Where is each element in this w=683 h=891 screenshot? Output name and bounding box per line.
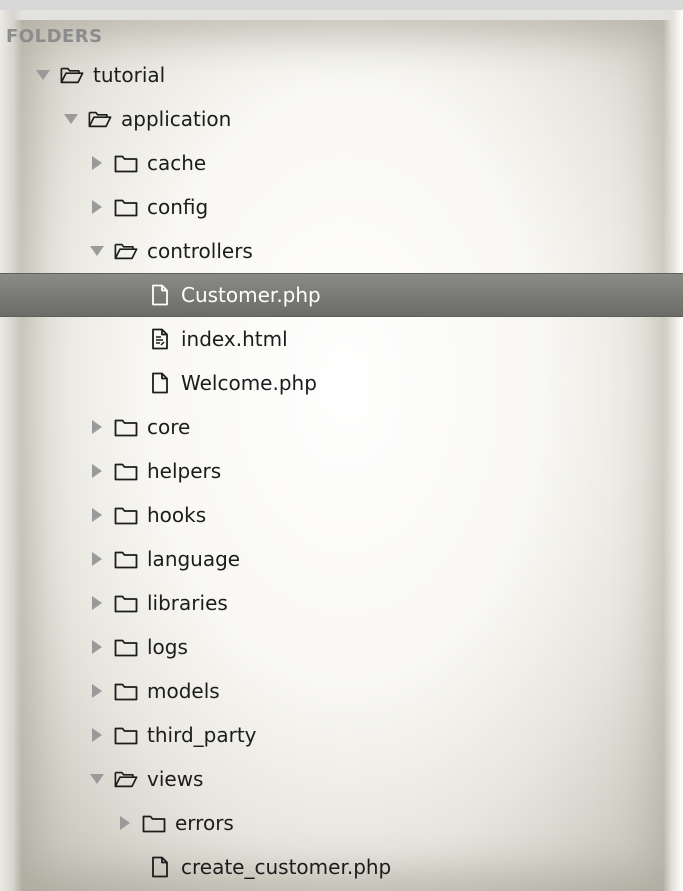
tree-row-folder[interactable]: hooks (0, 493, 683, 537)
triangle-right-icon[interactable] (88, 154, 106, 172)
triangle-right-icon[interactable] (88, 594, 106, 612)
folder-icon (114, 196, 138, 218)
tree-row-file[interactable]: Welcome.php (0, 361, 683, 405)
tree-row-file[interactable]: Customer.php (0, 273, 683, 317)
folder-icon (114, 724, 138, 746)
triangle-down-icon[interactable] (62, 110, 80, 128)
folder-open-icon (114, 768, 138, 790)
tree-row-folder[interactable]: config (0, 185, 683, 229)
tree-row-folder[interactable]: language (0, 537, 683, 581)
tree-row-label: logs (147, 635, 188, 659)
tree-row-label: config (147, 195, 209, 219)
tree-row-folder[interactable]: errors (0, 801, 683, 845)
file-html-icon (148, 328, 172, 350)
tree-row-folder[interactable]: third_party (0, 713, 683, 757)
tree-row-folder[interactable]: views (0, 757, 683, 801)
tree-row-folder[interactable]: models (0, 669, 683, 713)
file-icon (148, 284, 172, 306)
tree-row-label: controllers (147, 239, 253, 263)
tree-row-label: language (147, 547, 241, 571)
tree-row-label: third_party (147, 723, 257, 747)
triangle-right-icon[interactable] (88, 726, 106, 744)
triangle-right-icon[interactable] (88, 462, 106, 480)
tree-row-folder[interactable]: core (0, 405, 683, 449)
tree-row-label: Welcome.php (181, 371, 317, 395)
folder-open-icon (114, 240, 138, 262)
triangle-right-icon[interactable] (88, 682, 106, 700)
file-icon (148, 372, 172, 394)
folder-icon (114, 680, 138, 702)
folder-open-icon (88, 108, 112, 130)
triangle-right-icon[interactable] (88, 638, 106, 656)
tree-row-folder[interactable]: tutorial (0, 53, 683, 97)
triangle-right-icon[interactable] (88, 198, 106, 216)
folder-icon (114, 460, 138, 482)
sublime-sidebar-window: FOLDERS tutorial application cache config co… (0, 0, 683, 891)
tree-row-folder[interactable]: helpers (0, 449, 683, 493)
folder-open-icon (60, 64, 84, 86)
tree-row-folder[interactable]: logs (0, 625, 683, 669)
tree-row-label: core (147, 415, 191, 439)
tree-row-label: errors (175, 811, 234, 835)
tree-row-folder[interactable]: cache (0, 141, 683, 185)
triangle-right-icon[interactable] (88, 506, 106, 524)
folder-tree: tutorial application cache config controller… (0, 53, 683, 889)
tree-row-label: create_customer.php (181, 855, 392, 879)
tree-row-label: views (147, 767, 204, 791)
folder-icon (114, 416, 138, 438)
tree-row-file[interactable]: create_customer.php (0, 845, 683, 889)
tree-row-label: cache (147, 151, 207, 175)
folder-icon (114, 636, 138, 658)
tree-row-label: application (121, 107, 232, 131)
tree-row-folder[interactable]: controllers (0, 229, 683, 273)
folders-section-header: FOLDERS (6, 26, 103, 47)
triangle-down-icon[interactable] (88, 770, 106, 788)
tree-row-folder[interactable]: libraries (0, 581, 683, 625)
tree-row-label: Customer.php (181, 283, 321, 307)
folder-icon (114, 504, 138, 526)
triangle-down-icon[interactable] (88, 242, 106, 260)
folder-icon (114, 592, 138, 614)
folder-icon (114, 152, 138, 174)
file-icon (148, 856, 172, 878)
tree-row-label: index.html (181, 327, 288, 351)
tree-row-folder[interactable]: application (0, 97, 683, 141)
tree-row-label: tutorial (93, 63, 166, 87)
triangle-right-icon[interactable] (116, 814, 134, 832)
folder-icon (142, 812, 166, 834)
triangle-right-icon[interactable] (88, 550, 106, 568)
tree-row-label: hooks (147, 503, 207, 527)
triangle-right-icon[interactable] (88, 418, 106, 436)
tree-row-label: helpers (147, 459, 222, 483)
tree-row-label: libraries (147, 591, 228, 615)
tree-row-file[interactable]: index.html (0, 317, 683, 361)
triangle-down-icon[interactable] (34, 66, 52, 84)
folder-icon (114, 548, 138, 570)
tree-row-label: models (147, 679, 220, 703)
